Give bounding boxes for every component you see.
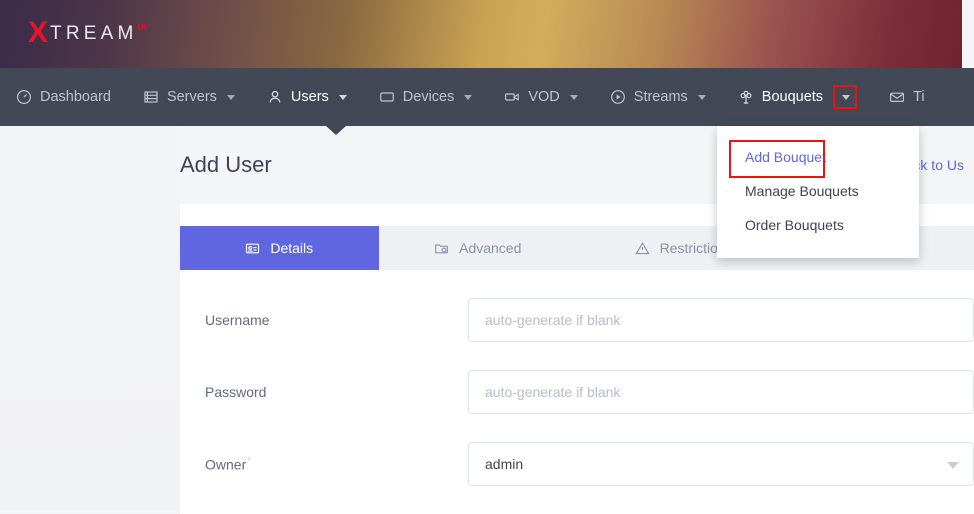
username-label: Username [180,312,468,328]
logo-x-mark: X [28,19,48,47]
password-input[interactable]: auto-generate if blank [468,370,974,414]
nav-label: VOD [528,89,559,105]
tab-advanced[interactable]: Advanced [379,226,578,270]
bouquets-dropdown-toggle[interactable] [833,85,857,109]
nav-label: Ti [913,89,925,105]
form-row-password: Password auto-generate if blank [180,370,974,414]
add-user-form: Username auto-generate if blank Password… [180,270,974,486]
nav-item-vod[interactable]: VOD [488,68,593,126]
nav-label: Users [291,89,329,105]
required-marker: * [247,456,251,467]
warning-triangle-icon [635,241,650,256]
owner-label-text: Owner [205,456,246,472]
nav-item-devices[interactable]: Devices [363,68,489,126]
owner-selected-value: admin [485,456,523,472]
owner-select[interactable]: admin [468,442,974,486]
chevron-down-icon[interactable] [698,95,706,100]
nav-item-users[interactable]: Users [251,68,363,126]
chevron-down-icon[interactable] [947,462,959,469]
envelope-icon [889,89,905,105]
folder-info-icon [434,241,449,256]
gauge-icon [16,89,32,105]
tab-label: Advanced [459,240,521,256]
brand-header: X TREAM UI [0,0,962,68]
xtream-logo[interactable]: X TREAM UI [28,19,147,49]
tab-details[interactable]: Details [180,226,379,270]
page-title: Add User [180,150,272,180]
server-icon [143,89,159,105]
device-icon [379,89,395,105]
nav-label: Dashboard [40,89,111,105]
dropdown-item-manage-bouquets[interactable]: Manage Bouquets [717,174,919,208]
nav-label: Streams [634,89,688,105]
chevron-down-icon[interactable] [464,95,472,100]
tab-label: Details [270,240,313,256]
play-circle-icon [610,89,626,105]
bouquets-dropdown-menu: Add Bouquet Manage Bouquets Order Bouque… [717,126,919,258]
nav-item-tickets[interactable]: Ti [873,68,941,126]
nav-label: Bouquets [762,89,823,105]
users-menu-pointer [326,126,346,135]
id-card-icon [245,241,260,256]
username-placeholder: auto-generate if blank [485,312,620,328]
nav-item-dashboard[interactable]: Dashboard [0,68,127,126]
dropdown-item-order-bouquets[interactable]: Order Bouquets [717,208,919,242]
video-icon [504,89,520,105]
nav-item-servers[interactable]: Servers [127,68,251,126]
nav-label: Servers [167,89,217,105]
dropdown-item-add-bouquet[interactable]: Add Bouquet [717,140,919,174]
user-icon [267,89,283,105]
owner-label: Owner* [180,456,468,473]
password-label: Password [180,384,468,400]
nav-item-bouquets[interactable]: Bouquets [722,68,873,126]
chevron-down-icon[interactable] [339,95,347,100]
nav-item-streams[interactable]: Streams [594,68,722,126]
chevron-down-icon[interactable] [570,95,578,100]
tab-label: Restrictio [660,240,718,256]
left-gutter [0,126,180,511]
password-placeholder: auto-generate if blank [485,384,620,400]
main-navigation: Dashboard Servers Users Devices [0,68,974,126]
chevron-down-icon[interactable] [227,95,235,100]
logo-wordmark: TREAM [48,19,138,49]
logo-superscript: UI [138,22,147,34]
form-row-username: Username auto-generate if blank [180,298,974,342]
form-row-owner: Owner* admin [180,442,974,486]
nav-label: Devices [403,89,455,105]
flower-icon [738,89,754,105]
chevron-down-icon [842,95,850,100]
username-input[interactable]: auto-generate if blank [468,298,974,342]
